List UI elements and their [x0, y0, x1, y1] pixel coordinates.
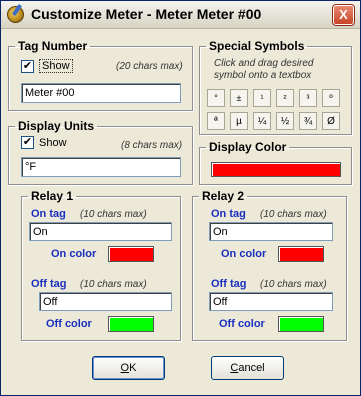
symbol-one-half[interactable]: ½ [276, 112, 294, 130]
display-units-legend: Display Units [18, 119, 95, 133]
tag-number-hint: (20 chars max) [116, 61, 183, 72]
relay-1-off-color-label: Off color [46, 318, 92, 330]
symbol-degree[interactable]: ° [207, 89, 225, 107]
special-symbols-instructions-1: Click and drag desired [214, 58, 314, 69]
display-color-legend: Display Color [209, 140, 287, 154]
symbol-superscript-2[interactable]: ² [276, 89, 294, 107]
relay-2-off-color-label: Off color [219, 318, 265, 330]
relay-1-on-color-swatch[interactable] [108, 246, 154, 262]
title-bar[interactable]: Customize Meter - Meter Meter #00 X [1, 1, 360, 29]
symbol-masculine-ordinal[interactable]: º [322, 89, 340, 107]
relay-1-legend: Relay 1 [31, 189, 74, 203]
relay-2-off-tag-label: Off tag [211, 278, 247, 290]
display-units-hint: (8 chars max) [121, 140, 183, 151]
relay-1-on-hint: (10 chars max) [80, 209, 147, 220]
relay-1-on-tag-label: On tag [31, 208, 66, 220]
relay-1-off-tag-label: Off tag [31, 278, 67, 290]
relay-2-on-color-label: On color [221, 248, 267, 260]
ok-button[interactable]: OK [92, 356, 165, 380]
special-symbols-legend: Special Symbols [209, 39, 305, 53]
relay-1-on-tag-input[interactable]: On [29, 222, 172, 241]
symbol-superscript-1[interactable]: ¹ [253, 89, 271, 107]
customize-meter-dialog: Customize Meter - Meter Meter #00 X Tag … [0, 0, 361, 396]
symbol-superscript-3[interactable]: ³ [299, 89, 317, 107]
relay-2-off-color-swatch[interactable] [278, 316, 324, 332]
relay-2-off-tag-input[interactable]: Off [209, 292, 333, 311]
special-symbols-instructions-2: symbol onto a textbox [214, 70, 312, 81]
relay-2-on-tag-input[interactable]: On [209, 222, 333, 241]
tag-number-input[interactable]: Meter #00 [21, 83, 181, 103]
meter-app-icon [7, 6, 24, 23]
relay-2-on-color-swatch[interactable] [278, 246, 324, 262]
relay-2-on-hint: (10 chars max) [260, 209, 327, 220]
display-units-show-label[interactable]: Show [39, 137, 67, 149]
relay-2-legend: Relay 2 [202, 189, 245, 203]
display-units-show-checkbox[interactable]: ✔ [21, 136, 34, 149]
tag-number-legend: Tag Number [18, 39, 88, 53]
symbol-three-quarters[interactable]: ¾ [299, 112, 317, 130]
symbol-feminine-ordinal[interactable]: ª [207, 112, 225, 130]
relay-1-on-color-label: On color [51, 248, 97, 260]
relay-1-off-hint: (10 chars max) [80, 279, 147, 290]
relay-1-off-color-swatch[interactable] [108, 316, 154, 332]
relay-2-on-tag-label: On tag [211, 208, 246, 220]
symbol-plus-minus[interactable]: ± [230, 89, 248, 107]
display-units-input[interactable]: °F [21, 157, 181, 177]
symbol-o-slash[interactable]: Ø [322, 112, 340, 130]
tag-number-show-checkbox[interactable]: ✔ [21, 59, 34, 73]
close-button[interactable]: X [332, 4, 355, 26]
symbol-micro[interactable]: µ [230, 112, 248, 130]
cancel-button[interactable]: Cancel [211, 356, 284, 380]
display-color-swatch[interactable] [211, 162, 341, 177]
tag-number-show-row: ✔ Show [21, 59, 73, 73]
window-title: Customize Meter - Meter Meter #00 [31, 6, 262, 22]
display-units-show-row: ✔ Show [21, 136, 67, 149]
relay-2-off-hint: (10 chars max) [260, 279, 327, 290]
tag-number-show-label[interactable]: Show [39, 59, 73, 73]
relay-1-off-tag-input[interactable]: Off [39, 292, 172, 311]
symbol-one-quarter[interactable]: ¼ [253, 112, 271, 130]
